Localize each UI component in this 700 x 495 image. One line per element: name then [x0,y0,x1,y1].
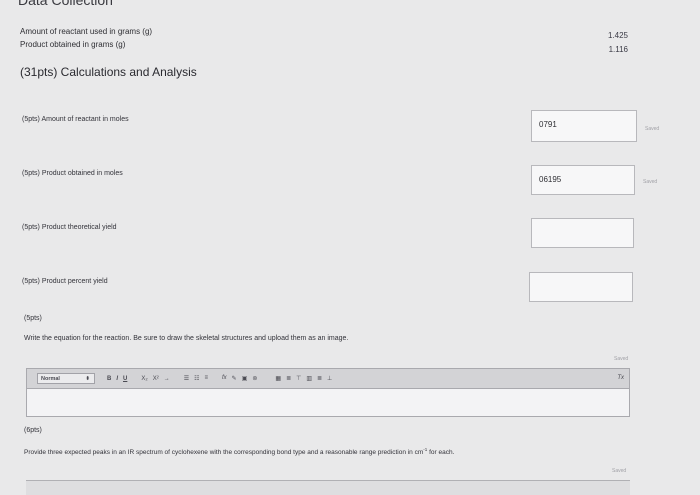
product-grams-value: 1.116 [608,45,628,54]
question-ir-prompt: Provide three expected peaks in an IR sp… [24,447,454,456]
equation-editor-area[interactable] [26,389,630,417]
format-select-value: Normal [41,375,60,382]
ir-prompt-tail: for each. [427,449,455,457]
image-icon[interactable]: ▣ [242,375,248,382]
theoretical-yield-input[interactable] [531,218,634,248]
ir-prompt-text: Provide three expected peaks in an IR sp… [24,449,424,457]
reactant-grams-value: 1.425 [607,31,628,40]
align-center-icon[interactable]: ☷ [194,375,199,382]
reactant-moles-input[interactable]: 0791 [531,110,637,142]
rich-text-toolbar: Normal ⬍ B I U X₂ X² → ☰ ☷ ≡ fx ✎ ▣ ⊚ ▦ … [26,368,630,389]
pencil-icon[interactable]: ✎ [232,375,237,382]
question-theoretical-yield-label: (5pts) Product theoretical yield [22,224,117,231]
table-icon[interactable]: ▦ [275,375,281,382]
saved-indicator: Saved [645,126,660,132]
page-title: Data Collection [18,0,113,8]
product-grams-label: Product obtained in grams (g) [20,40,126,49]
reactant-grams-label: Amount of reactant used in grams (g) [20,27,153,36]
align-justify-icon[interactable]: ≡ [204,375,208,382]
section-title: (31pts) Calculations and Analysis [20,65,197,79]
question-equation-prompt: Write the equation for the reaction. Be … [24,335,349,342]
arrow-icon[interactable]: → [164,376,170,382]
table-merge-icon[interactable]: ≣ [317,375,322,382]
table-row-icon[interactable]: ≣ [286,375,291,382]
product-moles-input[interactable]: 06195 [531,165,635,195]
saved-indicator: Saved [612,468,627,474]
table-insert-below-icon[interactable]: ⊥ [327,375,332,382]
question-percent-yield-label: (5pts) Product percent yield [22,278,108,285]
underline-button[interactable]: U [123,376,127,382]
table-insert-above-icon[interactable]: ⊤ [296,375,301,382]
question-ir-points: (6pts) [24,427,42,434]
question-reactant-moles-label: (5pts) Amount of reactant in moles [22,116,129,123]
saved-indicator: Saved [614,356,629,362]
italic-button[interactable]: I [116,376,118,382]
align-left-icon[interactable]: ☰ [184,375,189,382]
table-column-icon[interactable]: ▥ [306,375,312,382]
percent-yield-input[interactable] [529,272,633,302]
question-product-moles-label: (5pts) Product obtained in moles [22,170,123,177]
superscript-button[interactable]: X² [153,376,159,382]
chevron-updown-icon: ⬍ [85,375,90,382]
link-icon[interactable]: ⊚ [252,375,257,382]
formula-icon[interactable]: fx [222,375,227,382]
question-equation-points: (5pts) [24,315,42,322]
paragraph-format-select[interactable]: Normal ⬍ [37,373,95,384]
bold-button[interactable]: B [107,376,111,382]
subscript-button[interactable]: X₂ [141,376,147,382]
saved-indicator: Saved [643,179,658,185]
clear-format-icon[interactable]: Tx [617,375,624,381]
